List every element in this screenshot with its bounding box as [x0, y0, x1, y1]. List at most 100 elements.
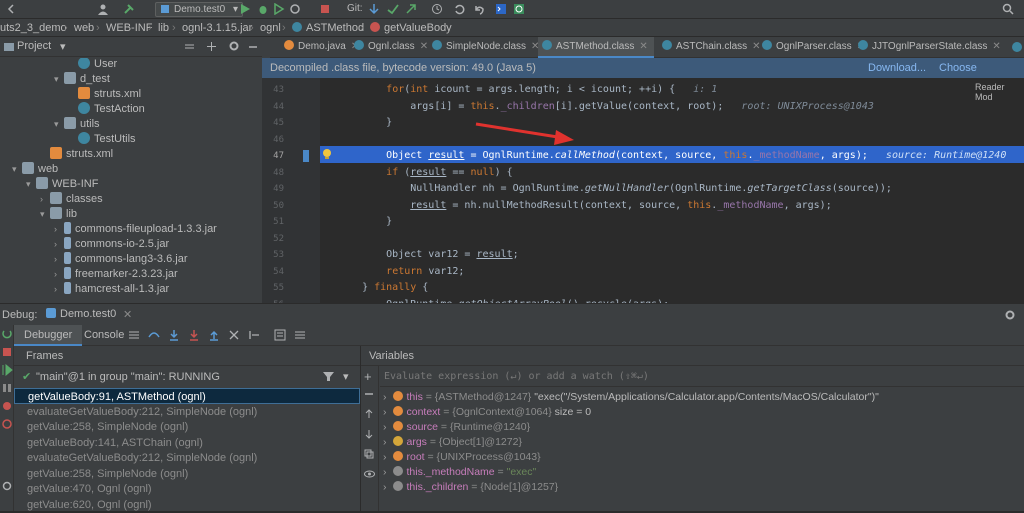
- stack-frame[interactable]: getValueBody:141, ASTChain (ognl): [14, 435, 360, 451]
- history-icon[interactable]: [430, 2, 444, 16]
- download-link[interactable]: Download...: [868, 58, 926, 78]
- editor-tab[interactable]: Ognl.class ✕: [350, 37, 434, 58]
- chevron-right-icon[interactable]: ›: [40, 192, 50, 207]
- resume-icon[interactable]: [1, 364, 13, 376]
- gear-icon[interactable]: [228, 40, 240, 52]
- debug-icon[interactable]: [256, 2, 270, 16]
- git-push-icon[interactable]: [404, 2, 418, 16]
- variable-row[interactable]: › source = {Runtime@1240}: [383, 420, 530, 435]
- tab-debugger[interactable]: Debugger: [14, 325, 83, 346]
- collapse-icon[interactable]: [184, 41, 195, 52]
- project-title[interactable]: Project: [17, 40, 51, 52]
- chevron-right-icon[interactable]: ›: [54, 237, 64, 252]
- locate-icon[interactable]: [206, 41, 217, 52]
- hammer-icon[interactable]: [122, 2, 136, 16]
- chevron-right-icon[interactable]: ›: [54, 267, 64, 282]
- lines-icon[interactable]: [128, 329, 140, 341]
- breadcrumb-item[interactable]: ognl-3.1.15.jar: [182, 22, 252, 34]
- minimize-icon[interactable]: [248, 41, 258, 51]
- editor-tab[interactable]: JJTOgnlParserState.class ✕: [854, 37, 1007, 58]
- undo-icon[interactable]: [472, 2, 486, 16]
- run-icon[interactable]: [238, 2, 252, 16]
- git-update-icon[interactable]: [367, 2, 381, 16]
- variable-row[interactable]: › this._children = {Node[1]@1257}: [383, 480, 558, 495]
- remove-watch-icon[interactable]: [364, 389, 374, 399]
- watch-eye-icon[interactable]: [364, 469, 375, 479]
- chevron-right-icon[interactable]: ›: [54, 282, 64, 297]
- breadcrumb-item[interactable]: WEB-INF: [106, 22, 152, 34]
- revert-icon[interactable]: [452, 2, 466, 16]
- stack-frame[interactable]: getValueBody:91, ASTMethod (ognl): [14, 388, 360, 404]
- chevron-right-icon[interactable]: ›: [383, 436, 387, 448]
- chevron-down-icon[interactable]: ▾: [343, 370, 349, 383]
- breadcrumb-item[interactable]: ASTMethod: [292, 22, 364, 34]
- chevron-right-icon[interactable]: ›: [383, 421, 387, 433]
- tree-item[interactable]: › freemarker-2.3.23.jar: [54, 267, 178, 282]
- step-out-icon[interactable]: [208, 329, 220, 341]
- list-icon[interactable]: [294, 329, 306, 341]
- search-icon[interactable]: [1001, 2, 1015, 16]
- settings-icon[interactable]: [1, 480, 13, 492]
- tree-item[interactable]: ▾ web: [12, 162, 58, 177]
- git-commit-icon[interactable]: [386, 2, 400, 16]
- chevron-down-icon[interactable]: ▾: [60, 40, 66, 53]
- breadcrumb-item[interactable]: lib: [158, 22, 169, 34]
- back-icon[interactable]: [4, 2, 18, 16]
- variable-row[interactable]: › this._methodName = "exec": [383, 465, 536, 480]
- evaluate-expression-input[interactable]: Evaluate expression (↵) or add a watch (…: [380, 368, 1024, 387]
- tree-item[interactable]: User: [68, 58, 117, 72]
- add-watch-icon[interactable]: +: [364, 369, 372, 384]
- tree-item[interactable]: › commons-io-2.5.jar: [54, 237, 169, 252]
- terminal-icon[interactable]: [494, 2, 508, 16]
- chevron-right-icon[interactable]: ›: [383, 481, 387, 493]
- view-breakpoints-icon[interactable]: [1, 400, 13, 412]
- chevron-down-icon[interactable]: ▾: [12, 162, 22, 177]
- step-into-icon[interactable]: [168, 329, 180, 341]
- evaluate-icon[interactable]: [274, 329, 286, 341]
- editor-tab[interactable]: SimpleNode.class ✕: [428, 37, 545, 58]
- tree-item[interactable]: ▾ WEB-INF: [26, 177, 98, 192]
- breadcrumb-item[interactable]: ognl: [260, 22, 281, 34]
- move-down-icon[interactable]: [364, 429, 374, 439]
- thread-selector[interactable]: ✔ "main"@1 in group "main": RUNNING ▾: [14, 367, 360, 387]
- tree-item[interactable]: TestAction: [68, 102, 145, 117]
- variable-row[interactable]: › args = {Object[1]@1272}: [383, 435, 522, 450]
- variable-row[interactable]: › context = {OgnlContext@1064} size = 0: [383, 405, 591, 420]
- stack-frame[interactable]: getValue:258, SimpleNode (ognl): [14, 419, 360, 435]
- breadcrumb-item[interactable]: uts2_3_demo: [0, 22, 67, 34]
- plugin-icon[interactable]: [512, 2, 526, 16]
- profile-icon[interactable]: [288, 2, 302, 16]
- tree-item[interactable]: ▾ d_test: [54, 72, 110, 87]
- coverage-icon[interactable]: [272, 2, 286, 16]
- pause-icon[interactable]: [1, 382, 13, 394]
- stack-frame[interactable]: evaluateGetValueBody:212, SimpleNode (og…: [14, 404, 360, 420]
- tree-item[interactable]: › commons-fileupload-1.3.3.jar: [54, 222, 217, 237]
- chevron-down-icon[interactable]: ▾: [54, 117, 64, 132]
- chevron-right-icon[interactable]: ›: [383, 466, 387, 478]
- copy-icon[interactable]: [364, 449, 374, 459]
- close-icon[interactable]: ✕: [420, 41, 428, 52]
- mute-breakpoints-icon[interactable]: [1, 418, 13, 430]
- drop-frame-icon[interactable]: [228, 329, 240, 341]
- tree-item[interactable]: struts.xml: [40, 147, 113, 162]
- tree-item[interactable]: › commons-lang3-3.6.jar: [54, 252, 188, 267]
- breadcrumb-item[interactable]: getValueBody: [370, 22, 452, 34]
- stack-frame[interactable]: getValue:258, SimpleNode (ognl): [14, 466, 360, 482]
- chevron-right-icon[interactable]: ›: [383, 406, 387, 418]
- reader-mode-toggle[interactable]: Reader Mod: [975, 82, 1024, 102]
- tree-item[interactable]: ▾ lib: [40, 207, 77, 222]
- tree-item[interactable]: ▾ utils: [54, 117, 100, 132]
- tree-item[interactable]: TestUtils: [68, 132, 136, 147]
- user-icon[interactable]: [96, 2, 110, 16]
- stack-frame[interactable]: getValue:620, Ognl (ognl): [14, 497, 360, 513]
- chevron-right-icon[interactable]: ›: [54, 222, 64, 237]
- intention-bulb-icon[interactable]: [322, 148, 332, 160]
- stop-icon[interactable]: [1, 346, 13, 358]
- step-over-icon[interactable]: [148, 329, 160, 341]
- chevron-down-icon[interactable]: ▾: [26, 177, 36, 192]
- move-up-icon[interactable]: [364, 409, 374, 419]
- force-step-into-icon[interactable]: [188, 329, 200, 341]
- stop-icon[interactable]: [318, 2, 332, 16]
- stack-frame[interactable]: evaluateGetValueBody:212, SimpleNode (og…: [14, 450, 360, 466]
- run-to-cursor-icon[interactable]: [248, 329, 260, 341]
